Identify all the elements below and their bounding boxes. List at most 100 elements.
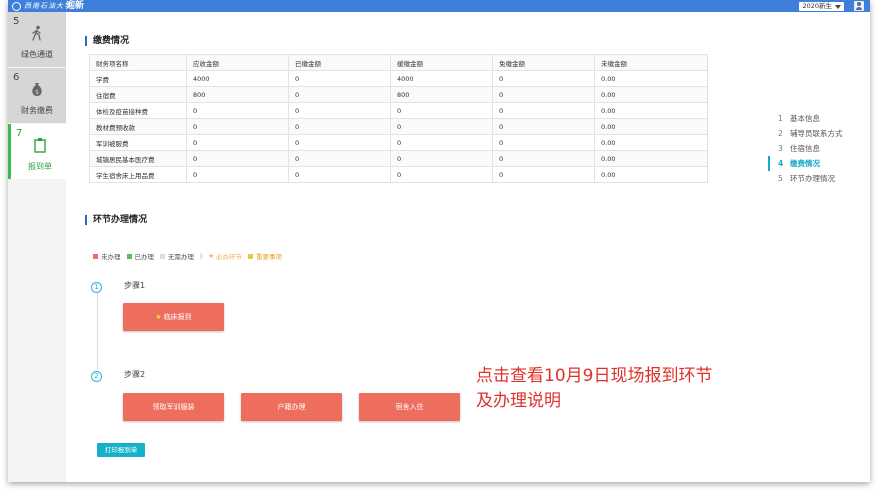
table-cell: 0 xyxy=(492,150,595,167)
button-label: 临床报到 xyxy=(163,313,192,321)
table-cell: 0.00 xyxy=(594,86,708,103)
legend-label: 已办理 xyxy=(134,253,155,261)
military-uniform-button[interactable]: 领取军训服装 xyxy=(123,393,224,421)
table-cell: 0 xyxy=(186,150,289,167)
table-cell: 0.00 xyxy=(594,118,708,135)
column-header: 应收金额 xyxy=(186,54,289,71)
table-cell: 0 xyxy=(288,102,391,119)
money-bag-icon: $ xyxy=(32,83,42,96)
table-cell: 0 xyxy=(186,166,289,183)
table-cell: 0 xyxy=(186,118,289,135)
button-label: 宿舍入住 xyxy=(395,403,424,411)
table-cell: 0.00 xyxy=(594,70,708,87)
table-cell: 0 xyxy=(390,102,493,119)
column-header: 未缴金额 xyxy=(594,54,708,71)
steps-nav-label: 辅导员联系方式 xyxy=(790,129,843,138)
sidebar-item-number: 5 xyxy=(13,16,20,27)
term-select-value: 2020新生 xyxy=(802,2,832,10)
table-row: 学费 4000 0 4000 0 0.00 xyxy=(89,70,708,87)
table-cell: 0 xyxy=(492,86,595,103)
table-cell: 0 xyxy=(186,102,289,119)
steps-nav-number: 3 xyxy=(778,144,783,153)
annotation-text: 点击查看10月9日现场报到环节及办理说明 xyxy=(476,366,713,411)
step-number-circle: 2 xyxy=(91,371,102,382)
table-cell: 学费 xyxy=(89,70,187,87)
button-label: 户籍办理 xyxy=(277,403,306,411)
table-cell: 军训被服费 xyxy=(89,134,187,151)
legend-label: 无需办理 xyxy=(168,253,194,261)
legend-label: 重要事项 xyxy=(256,253,283,261)
clipboard-icon xyxy=(34,138,46,153)
sidebar-item-label: 报到单 xyxy=(28,162,52,171)
legend-pending: 未办理 xyxy=(93,251,121,261)
dorm-checkin-button[interactable]: 宿舍入住 xyxy=(359,393,460,421)
table-cell: 800 xyxy=(186,86,289,103)
table-cell: 0 xyxy=(390,166,493,183)
steps-nav-item-process[interactable]: 5 环节办理情况 xyxy=(768,171,843,186)
table-row: 体检及疫苗接种费 0 0 0 0 0.00 xyxy=(89,102,708,119)
table-cell: 0.00 xyxy=(594,166,708,183)
legend-swatch xyxy=(93,253,98,259)
table-cell: 0 xyxy=(288,150,391,167)
table-cell: 4000 xyxy=(390,70,493,87)
table-row: 城镇居民基本医疗费 0 0 0 0 0.00 xyxy=(89,150,708,167)
legend-none: 无需办理 xyxy=(160,251,194,261)
university-seal-icon xyxy=(12,1,21,11)
column-header: 缓缴金额 xyxy=(390,54,493,71)
legend-label: 未办理 xyxy=(101,253,121,261)
process-section-title: 环节办理情况 xyxy=(85,215,147,225)
table-cell: 0 xyxy=(492,166,595,183)
sidebar-item-label: 财务缴费 xyxy=(21,106,53,115)
sidebar-item-registration-form[interactable]: 7 报到单 xyxy=(8,124,66,179)
table-cell: 0 xyxy=(492,102,595,119)
step-label: 步骤1 xyxy=(124,281,146,290)
steps-nav-label: 环节办理情况 xyxy=(790,174,835,183)
legend-swatch xyxy=(248,253,254,259)
table-cell: 0 xyxy=(492,70,595,87)
table-row: 学生宿舍床上用品费 0 0 0 0 0.00 xyxy=(89,166,708,183)
steps-nav-number: 1 xyxy=(778,114,783,123)
table-cell: 0.00 xyxy=(594,150,708,167)
column-header: 财务项名称 xyxy=(89,54,187,71)
table-cell: 0.00 xyxy=(594,134,708,151)
fees-section-title: 缴费情况 xyxy=(85,36,129,46)
steps-nav-item-counselor[interactable]: 2 辅导员联系方式 xyxy=(768,126,843,141)
table-cell: 教材费预收款 xyxy=(89,118,187,135)
section-steps-nav: 1 基本信息 2 辅导员联系方式 3 住宿信息 4 缴费情况 5 环节办理情况 xyxy=(768,111,843,186)
table-cell: 4000 xyxy=(186,70,289,87)
steps-nav-item-basic-info[interactable]: 1 基本信息 xyxy=(768,111,843,126)
svg-text:$: $ xyxy=(35,89,39,96)
star-icon: ★ xyxy=(155,313,162,321)
legend-label: 必办环节 xyxy=(216,253,243,261)
table-cell: 800 xyxy=(390,86,493,103)
steps-nav-item-fees[interactable]: 4 缴费情况 xyxy=(768,156,843,171)
legend-required: ★ 必办环节 xyxy=(208,251,242,261)
app-title: 迎新 xyxy=(66,1,85,11)
table-cell: 0 xyxy=(288,70,391,87)
sidebar-item-number: 7 xyxy=(16,128,23,139)
sidebar-item-finance[interactable]: 6 $ 财务缴费 xyxy=(8,68,66,123)
print-registration-button[interactable]: 打印报到单 xyxy=(97,443,145,457)
household-registration-button[interactable]: 户籍办理 xyxy=(241,393,342,421)
sidebar: 5 绿色通道 6 $ 财务缴费 7 报到单 xyxy=(8,12,66,482)
table-cell: 0 xyxy=(390,134,493,151)
sidebar-item-number: 6 xyxy=(13,72,20,83)
step-connector-line xyxy=(97,292,98,370)
term-select[interactable]: 2020新生 xyxy=(799,2,844,11)
table-header-row: 财务项名称 应收金额 已缴金额 缓缴金额 免缴金额 未缴金额 xyxy=(89,54,708,71)
chevron-down-icon xyxy=(835,4,841,9)
table-cell: 0 xyxy=(186,134,289,151)
process-legend: 未办理 已办理 无需办理 | ★ 必办环节 重要事项 xyxy=(93,251,288,261)
table-cell: 0 xyxy=(288,118,391,135)
steps-nav-item-housing[interactable]: 3 住宿信息 xyxy=(768,141,843,156)
column-header: 免缴金额 xyxy=(492,54,595,71)
walking-person-icon xyxy=(32,25,41,41)
table-cell: 住宿费 xyxy=(89,86,187,103)
fees-table: 财务项名称 应收金额 已缴金额 缓缴金额 免缴金额 未缴金额 学费 4000 0… xyxy=(89,54,708,183)
legend-swatch xyxy=(160,253,165,259)
user-avatar[interactable] xyxy=(854,1,864,11)
legend-important: 重要事项 xyxy=(248,251,282,261)
sidebar-item-green-channel[interactable]: 5 绿色通道 xyxy=(8,12,66,67)
steps-nav-label: 缴费情况 xyxy=(790,159,820,168)
clinical-registration-button[interactable]: ★ 临床报到 xyxy=(123,303,224,331)
